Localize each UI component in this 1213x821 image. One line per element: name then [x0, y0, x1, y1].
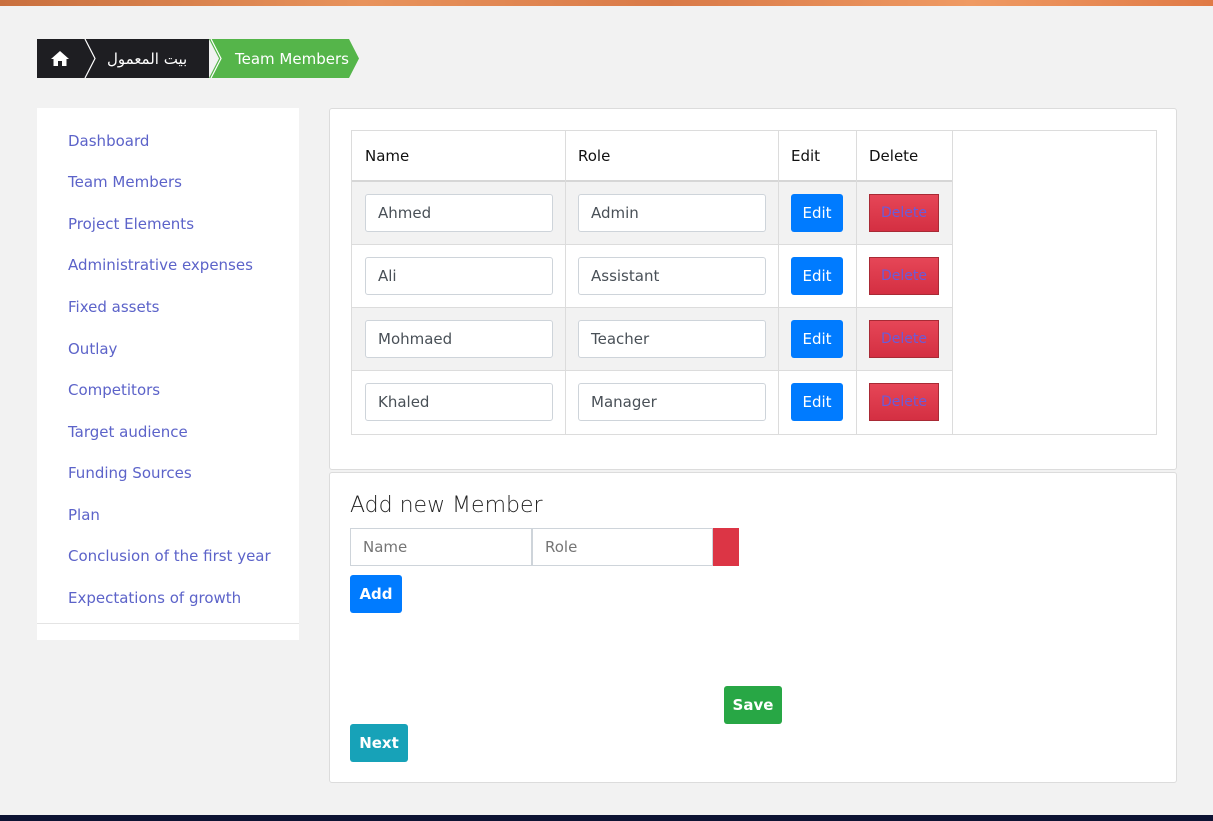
chevron-right-icon [210, 39, 222, 78]
sidebar-item-dashboard[interactable]: Dashboard [68, 132, 149, 150]
sidebar-divider [37, 623, 299, 624]
role-input[interactable]: Admin [578, 194, 766, 232]
next-button[interactable]: Next [350, 724, 408, 762]
add-member-title: Add new Member [350, 493, 543, 518]
delete-button[interactable]: Delete [869, 194, 939, 232]
sidebar-item-team-members[interactable]: Team Members [68, 173, 182, 191]
edit-button[interactable]: Edit [791, 383, 843, 421]
edit-button[interactable]: Edit [791, 320, 843, 358]
delete-button[interactable]: Delete [869, 320, 939, 358]
sidebar-item-project-elements[interactable]: Project Elements [68, 215, 194, 233]
footer-bar [0, 815, 1213, 821]
new-role-input[interactable]: Role [532, 528, 713, 566]
role-input[interactable]: Teacher [578, 320, 766, 358]
delete-button[interactable]: Delete [869, 383, 939, 421]
divider [352, 370, 952, 371]
members-table-card: Name Role Edit Delete Ahmed Admin Edit D… [329, 108, 1177, 470]
sidebar-item-plan[interactable]: Plan [68, 506, 100, 524]
breadcrumb-label: Team Members [235, 49, 349, 68]
sidebar-item-administrative-expenses[interactable]: Administrative expenses [68, 256, 253, 274]
sidebar-item-fixed-assets[interactable]: Fixed assets [68, 298, 159, 316]
name-input[interactable]: Ahmed [365, 194, 553, 232]
breadcrumb-item-project[interactable]: بيت المعمول [83, 39, 209, 78]
column-header-role: Role [578, 147, 611, 165]
divider [778, 131, 779, 434]
name-input[interactable]: Ali [365, 257, 553, 295]
sidebar-item-target-audience[interactable]: Target audience [68, 423, 188, 441]
home-icon [51, 51, 69, 66]
divider [352, 244, 952, 245]
breadcrumb-label: بيت المعمول [107, 49, 188, 68]
chevron-right-icon [84, 39, 96, 78]
members-table: Name Role Edit Delete Ahmed Admin Edit D… [351, 130, 1157, 435]
divider [952, 131, 953, 434]
sidebar: Dashboard Team Members Project Elements … [37, 108, 299, 640]
save-button[interactable]: Save [724, 686, 782, 724]
divider [352, 180, 952, 182]
sidebar-item-outlay[interactable]: Outlay [68, 340, 117, 358]
divider [352, 307, 952, 308]
role-input[interactable]: Assistant [578, 257, 766, 295]
delete-button[interactable]: Delete [869, 257, 939, 295]
column-header-delete: Delete [869, 147, 919, 165]
sidebar-item-conclusion-first-year[interactable]: Conclusion of the first year [68, 547, 271, 565]
role-input[interactable]: Manager [578, 383, 766, 421]
edit-button[interactable]: Edit [791, 194, 843, 232]
add-button[interactable]: Add [350, 575, 402, 613]
name-input[interactable]: Mohmaed [365, 320, 553, 358]
remove-button[interactable] [713, 528, 739, 566]
divider [565, 131, 566, 434]
sidebar-item-competitors[interactable]: Competitors [68, 381, 160, 399]
name-input[interactable]: Khaled [365, 383, 553, 421]
edit-button[interactable]: Edit [791, 257, 843, 295]
breadcrumb-home[interactable] [37, 39, 83, 78]
breadcrumb: بيت المعمول Team Members [37, 39, 359, 78]
sidebar-item-funding-sources[interactable]: Funding Sources [68, 464, 192, 482]
sidebar-item-expectations-of-growth[interactable]: Expectations of growth [68, 589, 241, 607]
column-header-edit: Edit [791, 147, 821, 165]
top-banner [0, 0, 1213, 6]
column-header-name: Name [365, 147, 410, 165]
new-name-input[interactable]: Name [350, 528, 532, 566]
divider [856, 131, 857, 434]
breadcrumb-item-current: Team Members [209, 39, 359, 78]
add-member-card: Add new Member Name Role Add Save Next [329, 472, 1177, 783]
